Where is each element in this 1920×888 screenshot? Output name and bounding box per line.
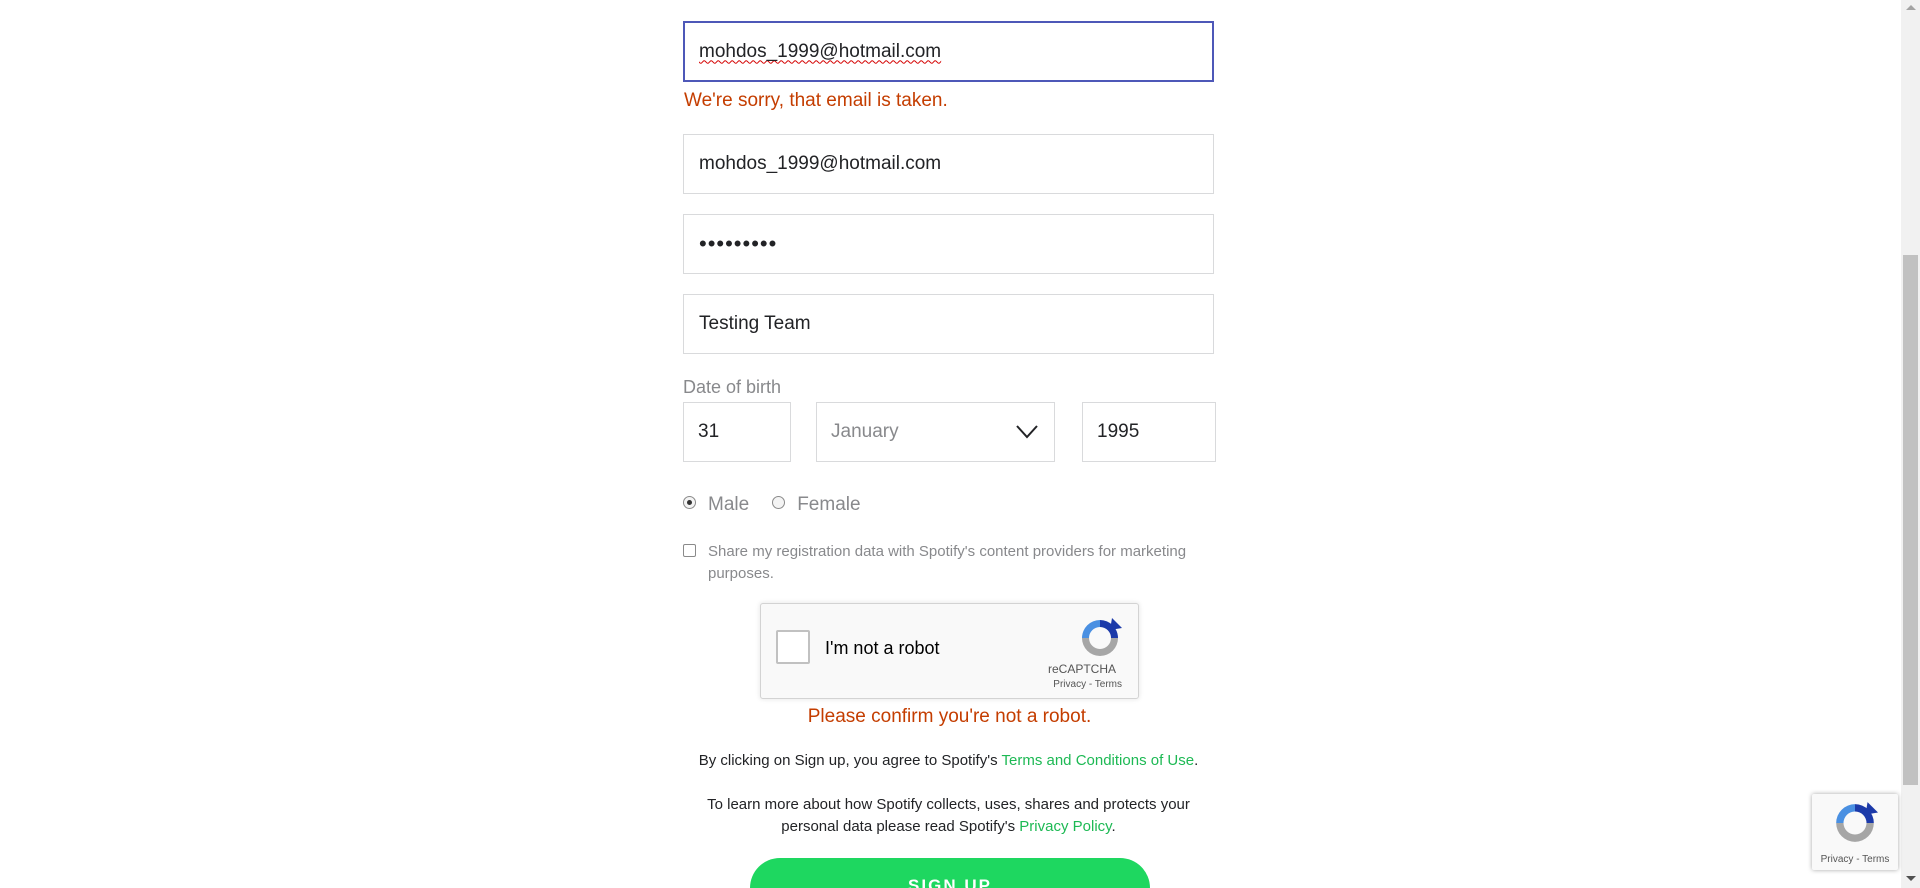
recaptcha-label: I'm not a robot xyxy=(825,638,940,658)
email-field[interactable]: mohdos_1999@hotmail.com xyxy=(683,21,1214,82)
privacy-suffix: . xyxy=(1111,818,1116,835)
recaptcha-checkbox[interactable] xyxy=(776,630,810,664)
terms-link[interactable]: Terms and Conditions of Use xyxy=(1002,752,1195,769)
profile-name-value: Testing Team xyxy=(699,313,811,334)
privacy-text: To learn more about how Spotify collects… xyxy=(663,794,1234,838)
dob-month-value: January xyxy=(831,421,899,442)
dob-label: Date of birth xyxy=(683,377,782,397)
terms-prefix: By clicking on Sign up, you agree to Spo… xyxy=(698,752,998,769)
gender-male-radio[interactable] xyxy=(683,495,696,509)
recaptcha-brand: reCAPTCHA xyxy=(1047,662,1116,676)
confirm-email-value: mohdos_1999@hotmail.com xyxy=(699,153,942,174)
password-field[interactable]: ••••••••• xyxy=(683,214,1214,274)
terms-suffix: . xyxy=(1194,752,1199,769)
scroll-thumb[interactable] xyxy=(1903,255,1918,785)
terms-text: By clicking on Sign up, you agree to Spo… xyxy=(663,750,1234,772)
recaptcha-badge-links[interactable]: Privacy - Terms xyxy=(1812,854,1898,865)
email-error: We're sorry, that email is taken. xyxy=(684,90,948,111)
email-value: mohdos_1999@hotmail.com xyxy=(699,40,942,62)
privacy-prefix: To learn more about how Spotify collects… xyxy=(707,796,1190,835)
share-data-checkbox[interactable] xyxy=(683,544,696,557)
dob-month-select[interactable]: January xyxy=(816,402,1055,462)
password-mask: ••••••••• xyxy=(699,231,778,256)
gender-female-radio[interactable] xyxy=(772,495,786,509)
recaptcha-logo-icon xyxy=(1836,802,1878,842)
dob-day-value: 31 xyxy=(698,421,720,442)
profile-name-field[interactable]: Testing Team xyxy=(683,294,1214,354)
dob-day-field[interactable]: 31 xyxy=(683,402,791,462)
recaptcha-badge: Privacy - Terms xyxy=(1812,794,1898,870)
scroll-up-arrow-icon[interactable] xyxy=(1906,5,1916,10)
dob-year-value: 1995 xyxy=(1097,421,1140,442)
chevron-down-icon xyxy=(1016,425,1038,439)
recaptcha-links[interactable]: Privacy - Terms xyxy=(1042,679,1122,690)
scroll-down-arrow-icon[interactable] xyxy=(1906,876,1916,881)
share-data-label[interactable]: Share my registration data with Spotify'… xyxy=(708,541,1214,585)
privacy-link[interactable]: Privacy Policy xyxy=(1019,818,1111,835)
gender-options: Male Female xyxy=(683,494,861,516)
gender-male-label[interactable]: Male xyxy=(708,494,749,516)
gender-female-label[interactable]: Female xyxy=(797,494,860,516)
captcha-error: Please confirm you're not a robot. xyxy=(807,706,1092,727)
recaptcha-logo-icon xyxy=(1082,618,1122,656)
confirm-email-field[interactable]: mohdos_1999@hotmail.com xyxy=(683,134,1214,194)
dob-year-field[interactable]: 1995 xyxy=(1082,402,1216,462)
signup-button[interactable]: SIGN UP xyxy=(750,858,1150,888)
share-data-option: Share my registration data with Spotify'… xyxy=(683,541,1214,585)
page-scrollbar[interactable] xyxy=(1901,0,1920,888)
recaptcha-widget: I'm not a robot reCAPTCHA Privacy - Term… xyxy=(760,603,1139,699)
signup-page: mohdos_1999@hotmail.com We're sorry, tha… xyxy=(0,0,1920,888)
